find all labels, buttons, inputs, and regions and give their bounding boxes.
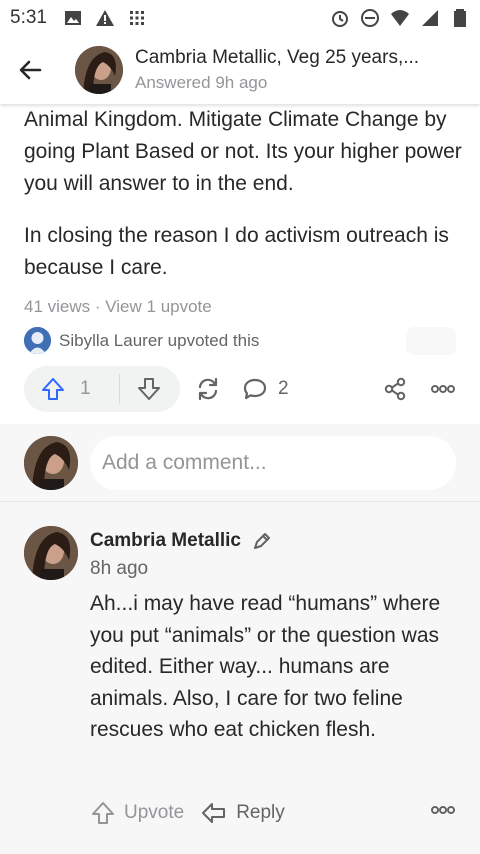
upvoter-avatar [24,327,51,354]
avatar-photo [24,435,78,490]
back-button[interactable] [0,36,60,104]
answer-header: Cambria Metallic, Veg 25 years,... Answe… [0,36,480,104]
alarm-icon [332,11,348,27]
comment-upvote-label: Upvote [124,801,185,823]
add-comment-input[interactable]: Add a comment... [90,435,456,490]
do-not-disturb-icon [361,9,379,27]
answer-timestamp: Answered 9h ago [135,73,268,92]
author-name[interactable]: Cambria Metallic, Veg 25 years,... [135,47,419,69]
signal-icon [422,10,438,26]
avatar-photo [75,46,123,94]
wifi-icon [391,10,409,26]
comment-bubble-icon [243,378,267,400]
comment-text: Ah...i may have read “humans” where you … [90,592,441,741]
status-bar: 5:31 [0,0,480,36]
answer-paragraph: In closing the reason I do activism outr… [24,224,449,279]
downvote-arrow-icon [138,378,160,400]
share-icon[interactable] [382,376,408,402]
status-time: 5:31 [10,7,47,28]
upvote-arrow-icon [92,801,114,824]
upvoted-by-text: Sibylla Laurer upvoted this [59,330,260,350]
reshare-icon [198,377,218,401]
add-comment-row: Add a comment... [0,424,480,502]
reply-arrow-icon [202,802,226,823]
answer-body: Animal Kingdom. Mitigate Climate Change … [24,104,464,304]
comment-upvote-button[interactable]: Upvote [90,800,184,826]
author-pen-icon [254,533,270,549]
comment-placeholder: Add a comment... [102,450,267,474]
upvote-arrow-icon [42,378,64,400]
more-options-icon[interactable] [430,797,456,823]
battery-icon [454,9,466,27]
image-icon [64,11,81,25]
current-user-avatar [24,435,78,490]
grid-icon [129,11,144,25]
comment-author-name[interactable]: Cambria Metallic [90,530,241,552]
comments-button[interactable]: 2 [242,376,289,402]
author-avatar[interactable] [75,46,123,94]
arrow-left-icon [19,60,42,80]
reshare-button[interactable] [194,375,222,403]
upvote-button[interactable]: 1 [24,374,120,404]
comments-section: Add a comment... Cambria Metallic 8h ago… [0,424,480,854]
views-upvotes-stats[interactable]: 41 views · View 1 upvote [24,297,212,317]
comment-timestamp: 8h ago [90,558,149,579]
dismiss-area [406,327,456,355]
answer-action-bar: 1 2 [24,366,456,412]
comment-reply-button[interactable]: Reply [200,800,285,826]
warning-icon [95,10,114,26]
comment-action-bar: Upvote Reply [90,797,456,828]
comment-author-avatar[interactable] [24,526,78,580]
downvote-button[interactable] [120,376,178,402]
avatar-photo [24,526,78,580]
answer-paragraph: Animal Kingdom. Mitigate Climate Change … [24,108,462,195]
comment-item: Cambria Metallic 8h ago Ah...i may have … [0,502,480,854]
upvoted-by-row[interactable]: Sibylla Laurer upvoted this [24,327,259,354]
upvoter-photo [24,327,51,354]
more-options-icon[interactable] [430,376,456,402]
comment-reply-label: Reply [236,801,285,823]
system-icons [330,8,470,28]
vote-pill: 1 [24,366,180,412]
notification-icons [63,8,147,28]
upvote-count: 1 [80,378,91,399]
comment-count: 2 [278,378,289,399]
